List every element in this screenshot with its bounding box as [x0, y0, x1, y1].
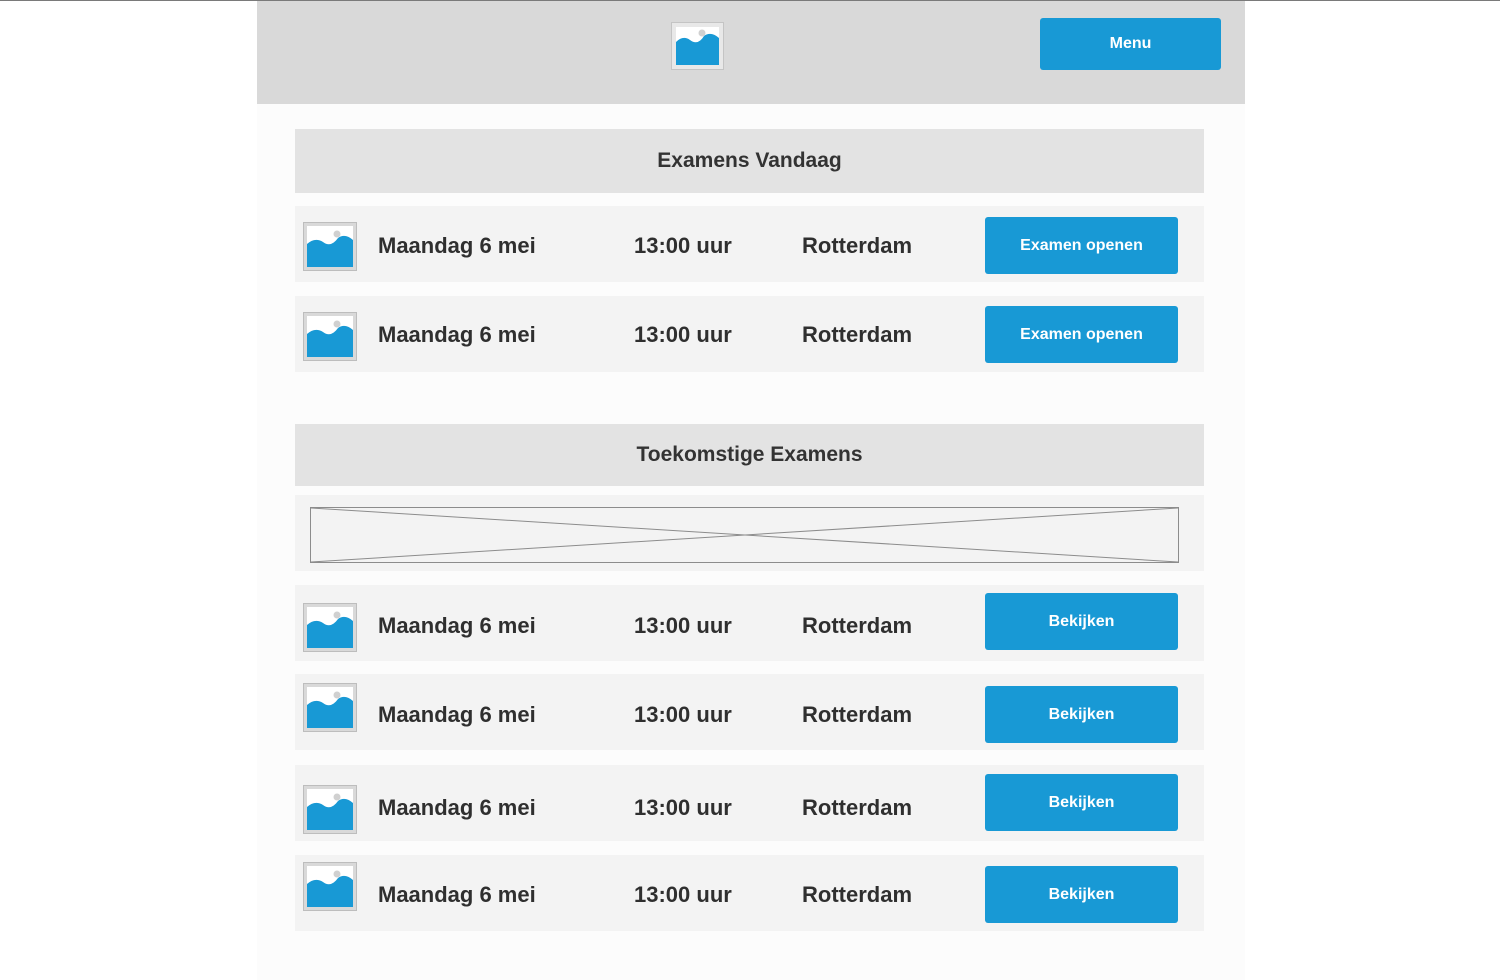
- exam-location: Rotterdam: [802, 882, 913, 907]
- exam-location: Rotterdam: [802, 233, 913, 258]
- exam-location: Rotterdam: [802, 795, 913, 820]
- exam-time: 13:00 uur: [634, 322, 732, 347]
- exam-row: Maandag 6 mei 13:00 uur Rotterdam Examen…: [295, 296, 1204, 372]
- exam-row: Maandag 6 mei 13:00 uur Rotterdam Bekijk…: [295, 855, 1204, 931]
- open-exam-button[interactable]: Examen openen: [985, 306, 1178, 363]
- image-placeholder-icon: [303, 862, 357, 911]
- image-placeholder-icon: [303, 603, 357, 652]
- exam-date: Maandag 6 mei: [378, 613, 536, 638]
- exam-location: Rotterdam: [802, 322, 913, 347]
- section-title-upcoming: Toekomstige Examens: [295, 424, 1204, 486]
- exam-location: Rotterdam: [802, 702, 913, 727]
- exam-row: Maandag 6 mei 13:00 uur Rotterdam Bekijk…: [295, 674, 1204, 750]
- exam-location: Rotterdam: [802, 613, 913, 638]
- image-placeholder-icon: [303, 785, 357, 834]
- exam-time: 13:00 uur: [634, 613, 732, 638]
- view-exam-button[interactable]: Bekijken: [985, 686, 1178, 743]
- page: Menu Examens Vandaag Maandag 6 mei 13:00…: [257, 1, 1245, 980]
- exam-date: Maandag 6 mei: [378, 233, 536, 258]
- section-title-today: Examens Vandaag: [295, 129, 1204, 193]
- image-placeholder-icon: [303, 312, 357, 361]
- exam-row: Maandag 6 mei 13:00 uur Rotterdam Examen…: [295, 206, 1204, 282]
- view-exam-button[interactable]: Bekijken: [985, 866, 1178, 923]
- exam-date: Maandag 6 mei: [378, 322, 536, 347]
- exam-time: 13:00 uur: [634, 702, 732, 727]
- image-placeholder-cross: [310, 507, 1179, 563]
- exam-time: 13:00 uur: [634, 795, 732, 820]
- exam-date: Maandag 6 mei: [378, 882, 536, 907]
- menu-button[interactable]: Menu: [1040, 18, 1221, 70]
- exam-date: Maandag 6 mei: [378, 702, 536, 727]
- exam-row: Maandag 6 mei 13:00 uur Rotterdam Bekijk…: [295, 585, 1204, 661]
- banner-row: [295, 495, 1204, 571]
- exam-date: Maandag 6 mei: [378, 795, 536, 820]
- view-exam-button[interactable]: Bekijken: [985, 593, 1178, 650]
- header-bar: Menu: [257, 1, 1245, 104]
- exam-time: 13:00 uur: [634, 233, 732, 258]
- open-exam-button[interactable]: Examen openen: [985, 217, 1178, 274]
- exam-time: 13:00 uur: [634, 882, 732, 907]
- image-placeholder-icon: [303, 222, 357, 271]
- image-placeholder-icon[interactable]: [671, 22, 724, 70]
- image-placeholder-icon: [303, 683, 357, 732]
- exam-row: Maandag 6 mei 13:00 uur Rotterdam Bekijk…: [295, 765, 1204, 841]
- view-exam-button[interactable]: Bekijken: [985, 774, 1178, 831]
